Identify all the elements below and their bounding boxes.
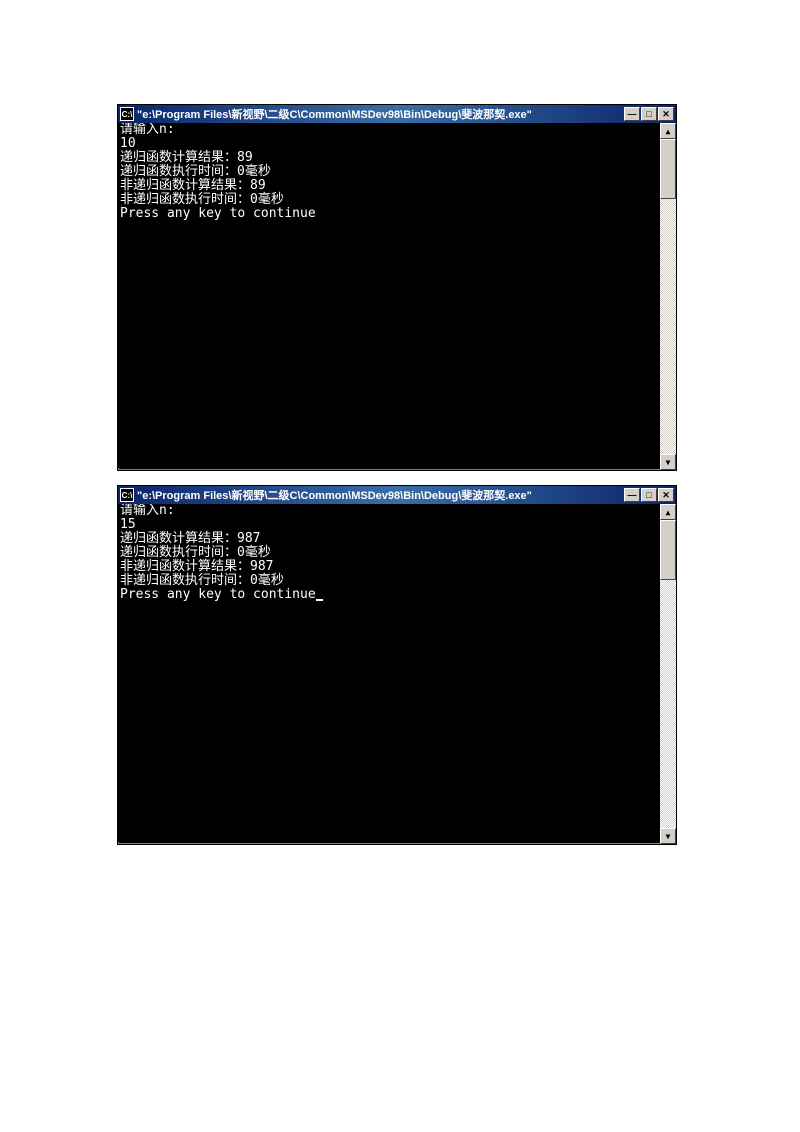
output-line: 10 xyxy=(120,136,136,151)
output-line: 递归函数执行时间：0毫秒 xyxy=(120,164,271,179)
output-line: 递归函数计算结果：987 xyxy=(120,531,260,546)
close-button[interactable]: ✕ xyxy=(658,107,674,121)
console-output[interactable]: 请输入n: 15 递归函数计算结果：987 递归函数执行时间：0毫秒 非递归函数… xyxy=(118,504,662,842)
titlebar[interactable]: C:\ "e:\Program Files\新视野\二级C\Common\MSD… xyxy=(118,486,676,504)
scroll-track[interactable] xyxy=(660,139,676,454)
scroll-thumb[interactable] xyxy=(660,520,676,580)
output-line: 非递归函数计算结果：89 xyxy=(120,178,266,193)
scroll-up-button[interactable]: ▲ xyxy=(660,504,676,520)
window-title: "e:\Program Files\新视野\二级C\Common\MSDev98… xyxy=(137,487,624,503)
scroll-up-button[interactable]: ▲ xyxy=(660,123,676,139)
scroll-down-button[interactable]: ▼ xyxy=(660,454,676,470)
output-line: 递归函数执行时间：0毫秒 xyxy=(120,545,271,560)
output-line: 递归函数计算结果：89 xyxy=(120,150,253,165)
maximize-button[interactable]: □ xyxy=(641,107,657,121)
scroll-thumb[interactable] xyxy=(660,139,676,199)
console-output[interactable]: 请输入n: 10 递归函数计算结果：89 递归函数执行时间：0毫秒 非递归函数计… xyxy=(118,123,662,468)
output-line: Press any key to continue xyxy=(120,206,316,221)
minimize-button[interactable]: — xyxy=(624,488,640,502)
output-line: 请输入n: xyxy=(120,123,175,137)
console-window-2: C:\ "e:\Program Files\新视野\二级C\Common\MSD… xyxy=(117,485,677,845)
window-title: "e:\Program Files\新视野\二级C\Common\MSDev98… xyxy=(137,106,624,122)
vertical-scrollbar[interactable]: ▲ ▼ xyxy=(660,123,676,470)
output-line: 请输入n: xyxy=(120,504,175,518)
output-line: 非递归函数计算结果：987 xyxy=(120,559,273,574)
text-cursor xyxy=(316,599,323,601)
close-button[interactable]: ✕ xyxy=(658,488,674,502)
maximize-button[interactable]: □ xyxy=(641,488,657,502)
cmd-icon: C:\ xyxy=(120,488,134,502)
output-line: 非递归函数执行时间：0毫秒 xyxy=(120,573,284,588)
output-line: 非递归函数执行时间：0毫秒 xyxy=(120,192,284,207)
titlebar[interactable]: C:\ "e:\Program Files\新视野\二级C\Common\MSD… xyxy=(118,105,676,123)
output-line: 15 xyxy=(120,517,136,532)
scroll-track[interactable] xyxy=(660,520,676,828)
console-window-1: C:\ "e:\Program Files\新视野\二级C\Common\MSD… xyxy=(117,104,677,471)
vertical-scrollbar[interactable]: ▲ ▼ xyxy=(660,504,676,844)
minimize-button[interactable]: — xyxy=(624,107,640,121)
cmd-icon: C:\ xyxy=(120,107,134,121)
window-controls: — □ ✕ xyxy=(624,107,674,121)
output-line: Press any key to continue xyxy=(120,587,316,602)
window-controls: — □ ✕ xyxy=(624,488,674,502)
scroll-down-button[interactable]: ▼ xyxy=(660,828,676,844)
